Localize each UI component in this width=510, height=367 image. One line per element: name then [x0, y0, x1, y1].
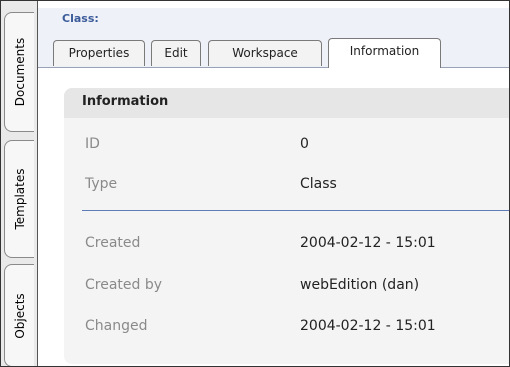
- sidebar-tab-templates[interactable]: Templates: [4, 140, 34, 258]
- sidebar-tabs: Documents Templates Objects: [0, 0, 38, 367]
- sidebar-tab-label: Templates: [12, 168, 27, 230]
- created-by-value: webEdition (dan): [300, 277, 420, 293]
- content-area: Information ID 0 Type Class Created 2004…: [38, 68, 510, 367]
- created-by-label: Created by: [85, 277, 163, 293]
- type-value: Class: [300, 176, 337, 192]
- information-panel: Information ID 0 Type Class Created 2004…: [64, 88, 510, 364]
- tab-information[interactable]: Information: [328, 38, 441, 68]
- tab-properties[interactable]: Properties: [53, 40, 145, 66]
- changed-label: Changed: [85, 318, 148, 334]
- sidebar-tab-label: Objects: [12, 292, 27, 339]
- id-value: 0: [300, 136, 309, 152]
- separator: [82, 210, 510, 211]
- header-bar: Class:: [38, 8, 510, 35]
- tab-edit[interactable]: Edit: [151, 40, 201, 66]
- created-value: 2004-02-12 - 15:01: [300, 235, 436, 251]
- panel-header: Information: [64, 88, 510, 118]
- window: Documents Templates Objects Class: Prope…: [0, 0, 510, 367]
- tab-bar: Properties Edit Workspace Information: [38, 35, 510, 68]
- id-label: ID: [85, 136, 100, 152]
- created-label: Created: [85, 235, 141, 251]
- sidebar-tab-objects[interactable]: Objects: [4, 264, 34, 367]
- sidebar-tab-documents[interactable]: Documents: [4, 12, 34, 132]
- type-label: Type: [85, 176, 118, 192]
- sidebar-top: [0, 0, 37, 8]
- changed-value: 2004-02-12 - 15:01: [300, 318, 436, 334]
- page-title: Class:: [62, 12, 99, 25]
- tab-workspace[interactable]: Workspace: [208, 40, 322, 66]
- panel-title: Information: [82, 94, 169, 109]
- sidebar-tab-label: Documents: [12, 37, 27, 107]
